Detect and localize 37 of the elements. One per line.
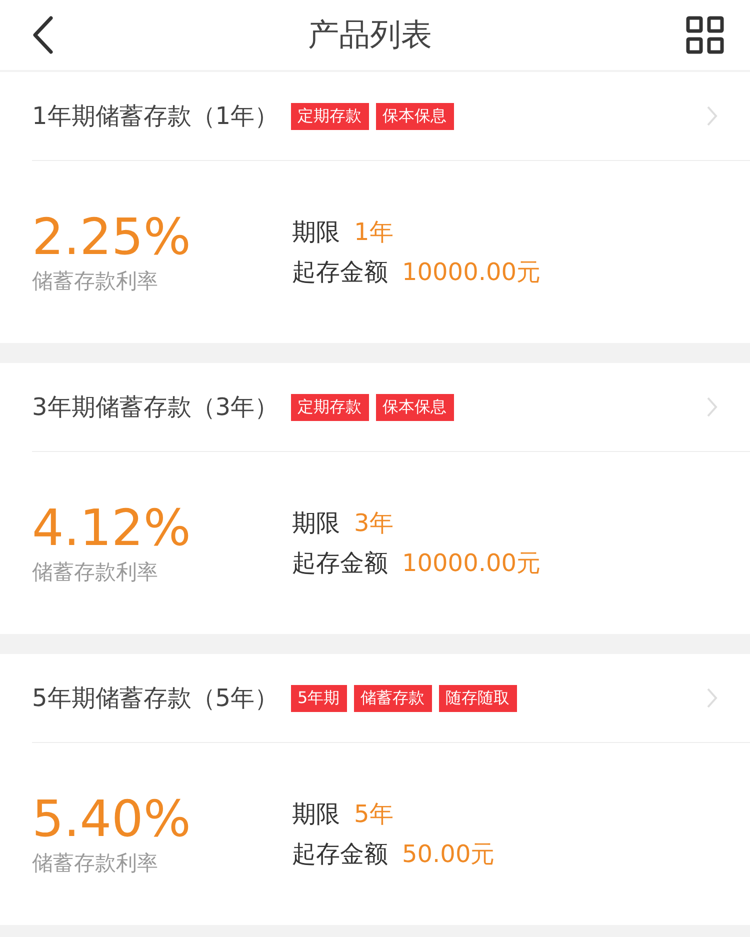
interest-rate: 5.40% [32, 792, 192, 846]
grid-icon[interactable] [686, 16, 724, 54]
back-icon[interactable] [32, 16, 54, 54]
tag: 5年期 [290, 684, 347, 712]
min-amount-value: 50.00元 [402, 839, 495, 870]
tag: 随存随取 [438, 684, 517, 712]
min-amount-label: 起存金额 [292, 548, 388, 579]
min-amount-label: 起存金额 [292, 839, 388, 870]
tag: 保本保息 [376, 394, 454, 420]
tag: 储蓄存款 [354, 684, 432, 712]
min-amount-label: 起存金额 [292, 257, 388, 288]
chevron-right-icon [706, 687, 718, 709]
term-label: 期限 [292, 217, 340, 248]
interest-rate: 4.12% [32, 500, 192, 556]
product-card[interactable]: 3年期储蓄存款（3年） 定期存款 保本保息 4.12% 储蓄存款利率 期限 3年 起存金额 10000.00元 [0, 363, 750, 634]
interest-rate: 2.25% [32, 210, 192, 264]
tag: 定期存款 [290, 102, 369, 130]
term-value: 1年 [354, 217, 394, 248]
product-title: 3年期储蓄存款（3年） [32, 392, 279, 423]
rate-label: 储蓄存款利率 [32, 850, 159, 876]
page-title: 产品列表 [308, 16, 432, 55]
product-title: 5年期储蓄存款（5年） [32, 683, 279, 714]
term-label: 期限 [292, 508, 340, 539]
tag: 保本保息 [376, 102, 454, 130]
term-value: 3年 [354, 508, 394, 539]
chevron-right-icon [706, 105, 718, 127]
product-title: 1年期储蓄存款（1年） [32, 101, 279, 132]
term-label: 期限 [292, 799, 340, 830]
product-card[interactable]: 1年期储蓄存款（1年） 定期存款 保本保息 2.25% 储蓄存款利率 期限 1年 起存金额 10000.00元 [0, 72, 750, 343]
chevron-right-icon [706, 396, 718, 418]
rate-label: 储蓄存款利率 [32, 268, 159, 294]
tag: 定期存款 [290, 394, 369, 420]
product-card[interactable]: 5年期储蓄存款（5年） 5年期 储蓄存款 随存随取 5.40% 储蓄存款利率 期限 5年 起存金额 50.00元 [0, 654, 750, 925]
min-amount-value: 10000.00元 [402, 257, 541, 288]
rate-label: 储蓄存款利率 [32, 558, 159, 586]
term-value: 5年 [354, 799, 394, 830]
min-amount-value: 10000.00元 [402, 548, 541, 579]
